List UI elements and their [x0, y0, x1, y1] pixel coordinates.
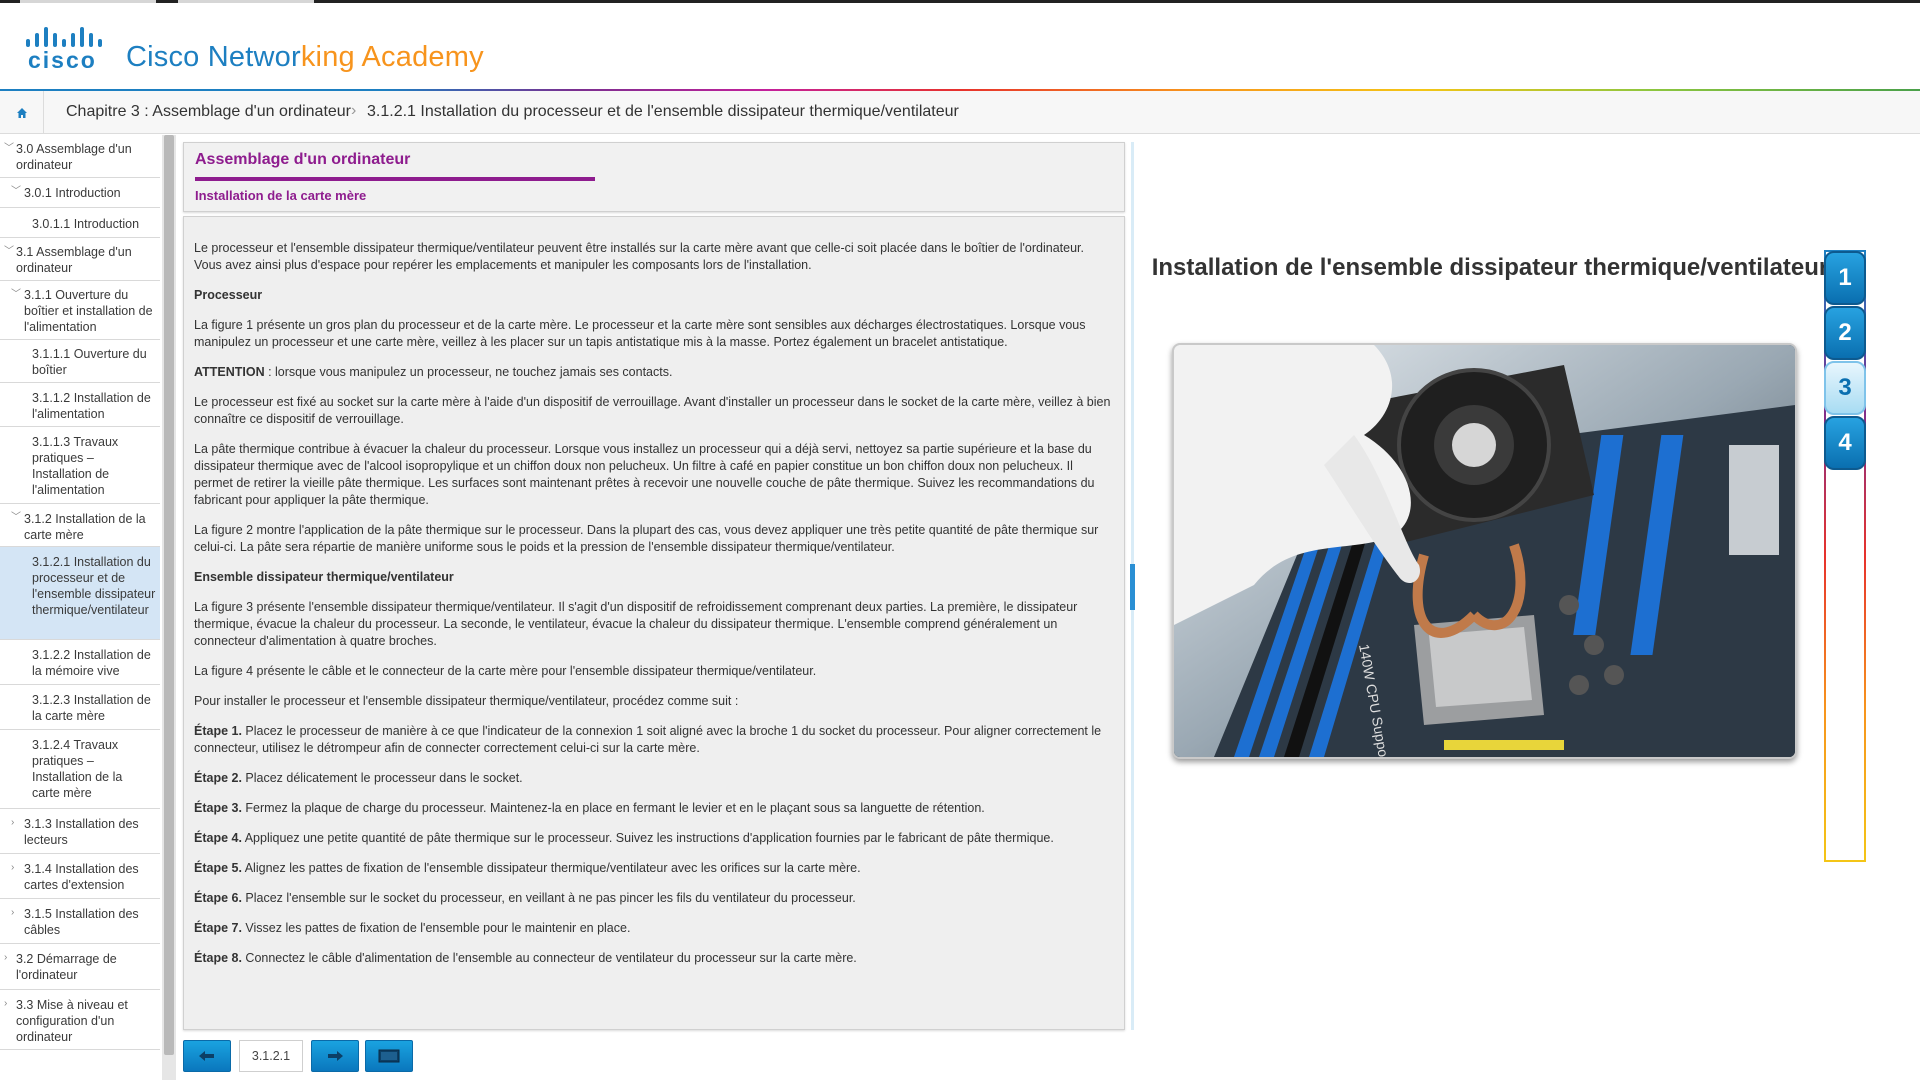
sidebar-item-3-1-2-1[interactable]: 3.1.2.1 Installation du processeur et de… — [0, 547, 160, 640]
sidebar-item-3-0-1-1[interactable]: 3.0.1.1 Introduction — [0, 208, 160, 238]
figure-image: 140W CPU Suppo — [1172, 343, 1797, 759]
paragraph: La figure 1 présente un gros plan du pro… — [194, 318, 1086, 349]
sidebar-item-3-1-2-3[interactable]: 3.1.2.3 Installation de la carte mère — [0, 685, 160, 730]
sidebar-item-3-1-2[interactable]: ﹀ 3.1.2 Installation de la carte mère — [0, 504, 160, 547]
prev-page-button[interactable] — [183, 1040, 231, 1072]
sidebar-item-3-1-2-2[interactable]: 3.1.2.2 Installation de la mémoire vive — [0, 640, 160, 685]
text-box: Le processeur et l'ensemble dissipateur … — [183, 216, 1125, 1030]
sidebar-item-3-0[interactable]: ﹀ 3.0 Assemblage d'un ordinateur — [0, 135, 160, 178]
step-6: Étape 6. Placez l'ensemble sur le socket… — [194, 891, 856, 905]
window-icon — [378, 1049, 400, 1063]
breadcrumb-page: 3.1.2.1 Installation du processeur et de… — [367, 103, 959, 120]
arrow-left-icon — [199, 1051, 214, 1061]
sidebar-item-3-3[interactable]: › 3.3 Mise à niveau et configuration d'un… — [0, 990, 160, 1050]
sidebar-item-3-1[interactable]: ﹀ 3.1 Assemblage d'un ordinateur — [0, 238, 160, 281]
panel-divider-handle[interactable] — [1130, 564, 1135, 610]
sidebar-item-3-1-2-4[interactable]: 3.1.2.4 Travaux pratiques – Installation… — [0, 730, 160, 809]
paragraph: La figure 2 montre l'application de la p… — [194, 523, 1099, 554]
sidebar-item-3-1-1-3[interactable]: 3.1.1.3 Travaux pratiques – Installation… — [0, 427, 160, 504]
step-1: Étape 1. Placez le processeur de manière… — [194, 724, 1102, 755]
step-5: Étape 5. Alignez les pattes de fixation … — [194, 861, 861, 875]
next-page-button[interactable] — [311, 1040, 359, 1072]
sidebar-item-3-0-1[interactable]: ﹀ 3.0.1 Introduction — [0, 178, 160, 208]
step-3: Étape 3. Fermez la plaque de charge du p… — [194, 801, 985, 815]
home-icon — [16, 107, 27, 118]
home-button[interactable] — [0, 91, 44, 134]
step-4: Étape 4. Appliquez une petite quantité d… — [194, 831, 1054, 845]
paragraph: La pâte thermique contribue à évacuer la… — [194, 442, 1095, 507]
paragraph: Pour installer le processeur et l'ensemb… — [194, 694, 739, 708]
attention-label: ATTENTION — [194, 365, 265, 379]
fullscreen-button[interactable] — [365, 1040, 413, 1072]
heading-processeur: Processeur — [194, 288, 263, 302]
paragraph: La figure 4 présente le câble et le conn… — [194, 664, 817, 678]
sidebar-item-3-1-1[interactable]: ﹀ 3.1.1 Ouverture du boîtier et installat… — [0, 281, 160, 340]
breadcrumb-separator: › — [351, 102, 357, 119]
sidebar: ﹀ 3.0 Assemblage d'un ordinateur ﹀ 3.0.1 I… — [0, 135, 176, 1080]
figure-tab-4[interactable]: 4 — [1824, 416, 1866, 470]
sidebar-item-3-1-5[interactable]: › 3.1.5 Installation des câbles — [0, 899, 160, 944]
figure-title: Installation de l'ensemble dissipateur t… — [1151, 254, 1829, 281]
subsection-title: Installation de la carte mère — [195, 188, 367, 203]
step-8: Étape 8. Connectez le câble d'alimentati… — [194, 951, 857, 965]
figure-tab-1[interactable]: 1 — [1824, 251, 1866, 305]
section-title: Assemblage d'un ordinateur — [195, 151, 411, 168]
paragraph: Le processeur et l'ensemble dissipateur … — [194, 241, 1084, 272]
breadcrumb: Chapitre 3 : Assemblage d'un ordinateur … — [0, 91, 1920, 134]
content-panel: Assemblage d'un ordinateur Installation … — [183, 142, 1125, 1030]
sidebar-item-3-2[interactable]: › 3.2 Démarrage de l'ordinateur — [0, 944, 160, 990]
cisco-bars-icon — [24, 25, 106, 47]
figure-tab-2[interactable]: 2 — [1824, 306, 1866, 360]
cisco-logo[interactable]: cisco — [24, 25, 106, 73]
paragraph-attention: ATTENTION : lorsque vous manipulez un pr… — [194, 365, 673, 379]
title-underline — [195, 177, 595, 181]
sidebar-item-3-1-1-2[interactable]: 3.1.1.2 Installation de l'alimentation — [0, 383, 160, 427]
cisco-logo-word: cisco — [28, 47, 97, 73]
sidebar-scrollbar-thumb[interactable] — [164, 135, 174, 1055]
sidebar-item-3-1-4[interactable]: › 3.1.4 Installation des cartes d'extensi… — [0, 854, 160, 899]
header: cisco Cisco Networking Academy — [0, 3, 1920, 91]
step-2: Étape 2. Placez délicatement le processe… — [194, 771, 523, 785]
step-7: Étape 7. Vissez les pattes de fixation d… — [194, 921, 631, 935]
breadcrumb-chapter[interactable]: Chapitre 3 : Assemblage d'un ordinateur — [66, 103, 351, 121]
cpu-fan-photo: 140W CPU Suppo — [1174, 345, 1795, 757]
heading-ensemble: Ensemble dissipateur thermique/ventilate… — [194, 570, 454, 584]
paragraph: La figure 3 présente l'ensemble dissipat… — [194, 600, 1078, 648]
figure-tab-3[interactable]: 3 — [1824, 361, 1866, 415]
arrow-right-icon — [328, 1051, 343, 1061]
paragraph: Le processeur est fixé au socket sur la … — [194, 395, 1111, 426]
title-box: Assemblage d'un ordinateur Installation … — [183, 142, 1125, 212]
page-number-field[interactable]: 3.1.2.1 — [239, 1040, 303, 1072]
sidebar-item-3-1-1-1[interactable]: 3.1.1.1 Ouverture du boîtier — [0, 340, 160, 383]
brand-name: Cisco Networking Academy — [126, 41, 484, 73]
sidebar-item-3-1-3[interactable]: › 3.1.3 Installation des lecteurs — [0, 809, 160, 854]
